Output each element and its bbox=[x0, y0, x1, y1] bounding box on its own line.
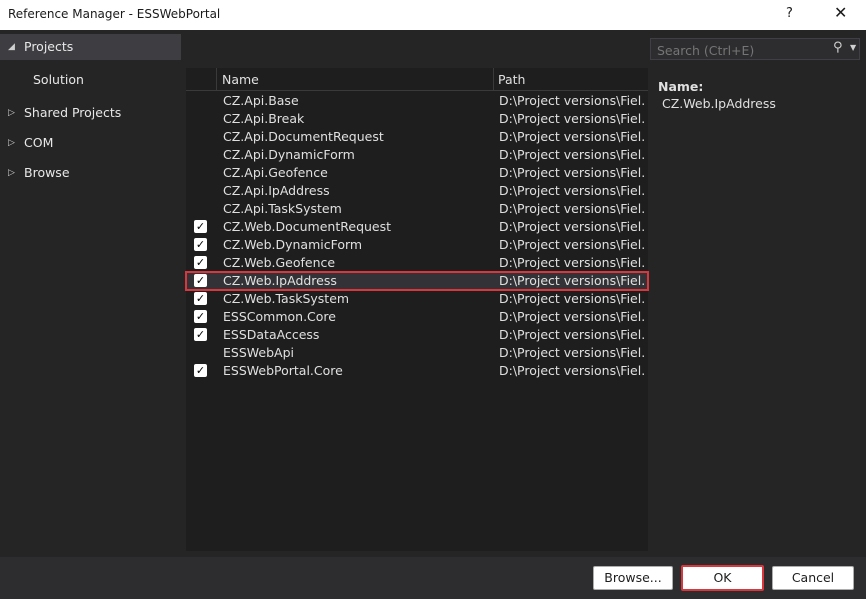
table-row[interactable]: CZ.Api.TaskSystem D:\Project versions\Fie… bbox=[186, 200, 648, 218]
reference-name: CZ.Api.DynamicForm bbox=[223, 147, 355, 162]
sidebar-item-com[interactable]: ▷ COM bbox=[0, 130, 181, 156]
column-header-path[interactable]: Path bbox=[498, 72, 525, 87]
sidebar-item-shared-projects[interactable]: ▷ Shared Projects bbox=[0, 100, 181, 126]
reference-path: D:\Project versions\Fiel... bbox=[499, 183, 644, 198]
window-title: Reference Manager - ESSWebPortal bbox=[8, 7, 221, 21]
reference-name: CZ.Api.TaskSystem bbox=[223, 201, 342, 216]
table-row[interactable]: ✓ CZ.Web.IpAddress D:\Project versions\Fie… bbox=[185, 271, 649, 291]
title-bar: Reference Manager - ESSWebPortal ? ✕ bbox=[0, 0, 866, 30]
checkbox-checked-icon[interactable]: ✓ bbox=[194, 328, 207, 341]
browse-button[interactable]: Browse... bbox=[593, 566, 673, 590]
chevron-down-icon[interactable]: ▼ bbox=[850, 43, 856, 52]
sidebar-item-label: Solution bbox=[33, 72, 84, 87]
reference-path: D:\Project versions\Fiel... bbox=[499, 219, 644, 234]
table-row[interactable]: CZ.Api.Base D:\Project versions\Fiel... bbox=[186, 92, 648, 110]
reference-path: D:\Project versions\Fiel... bbox=[499, 165, 644, 180]
table-row[interactable]: ✓ ESSWebPortal.Core D:\Project versions\Fi… bbox=[186, 362, 648, 380]
reference-list: Name Path CZ.Api.Base D:\Project versions… bbox=[185, 68, 649, 551]
dialog-footer: Browse... OK Cancel bbox=[0, 557, 866, 599]
reference-path: D:\Project versions\Fiel... bbox=[499, 201, 644, 216]
table-header: Name Path bbox=[186, 68, 648, 91]
reference-path: D:\Project versions\Fiel... bbox=[499, 93, 644, 108]
reference-name: CZ.Web.TaskSystem bbox=[223, 291, 350, 306]
table-row[interactable]: ✓ CZ.Web.TaskSystem D:\Project versions\Fi… bbox=[186, 290, 648, 308]
table-row[interactable]: CZ.Api.IpAddress D:\Project versions\Fiel… bbox=[186, 182, 648, 200]
reference-path: D:\Project versions\Fiel... bbox=[499, 327, 644, 342]
reference-name: ESSWebPortal.Core bbox=[223, 363, 343, 378]
table-row[interactable]: ✓ ESSCommon.Core D:\Project versions\Fiel.… bbox=[186, 308, 648, 326]
table-row[interactable]: ✓ CZ.Web.Geofence D:\Project versions\Fiel… bbox=[186, 254, 648, 272]
reference-name: CZ.Web.IpAddress bbox=[223, 273, 337, 288]
collapsed-arrow-icon: ▷ bbox=[8, 108, 15, 118]
sidebar-item-label: Shared Projects bbox=[24, 105, 122, 120]
details-name-value: CZ.Web.IpAddress bbox=[662, 96, 776, 111]
column-divider[interactable] bbox=[216, 68, 217, 90]
checkbox-checked-icon[interactable]: ✓ bbox=[194, 256, 207, 269]
reference-name: CZ.Api.Break bbox=[223, 111, 305, 126]
help-button[interactable]: ? bbox=[786, 6, 793, 21]
expanded-arrow-icon: ◢ bbox=[8, 42, 15, 52]
reference-path: D:\Project versions\Fiel... bbox=[499, 129, 644, 144]
sidebar-item-label: COM bbox=[24, 135, 54, 150]
reference-path: D:\Project versions\Fiel... bbox=[499, 255, 644, 270]
reference-path: D:\Project versions\Fiel... bbox=[499, 363, 644, 378]
sidebar: ◢ Projects Solution ▷ Shared Projects ▷ … bbox=[0, 30, 181, 557]
table-row[interactable]: ✓ CZ.Web.DynamicForm D:\Project versions\F… bbox=[186, 236, 648, 254]
sidebar-item-label: Browse bbox=[24, 165, 70, 180]
table-row[interactable]: ✓ ESSDataAccess D:\Project versions\Fiel..… bbox=[186, 326, 648, 344]
reference-name: CZ.Api.Geofence bbox=[223, 165, 328, 180]
reference-name: ESSWebApi bbox=[223, 345, 294, 360]
sidebar-item-projects[interactable]: ◢ Projects bbox=[0, 34, 181, 60]
collapsed-arrow-icon: ▷ bbox=[8, 168, 15, 178]
checkbox-checked-icon[interactable]: ✓ bbox=[194, 220, 207, 233]
cancel-button[interactable]: Cancel bbox=[772, 566, 854, 590]
reference-path: D:\Project versions\Fiel... bbox=[499, 309, 644, 324]
reference-path: D:\Project versions\Fiel... bbox=[499, 345, 644, 360]
search-icon[interactable]: ⚲ bbox=[833, 40, 843, 55]
column-header-name[interactable]: Name bbox=[222, 72, 259, 87]
details-name-label: Name: bbox=[658, 79, 704, 94]
search-input[interactable] bbox=[655, 41, 829, 59]
reference-name: CZ.Api.DocumentRequest bbox=[223, 129, 384, 144]
reference-name: CZ.Web.Geofence bbox=[223, 255, 336, 270]
search-box[interactable]: ⚲ ▼ bbox=[650, 38, 860, 60]
table-row[interactable]: ✓ CZ.Web.DocumentRequest D:\Project versio… bbox=[186, 218, 648, 236]
reference-name: CZ.Api.IpAddress bbox=[223, 183, 330, 198]
reference-path: D:\Project versions\Fiel... bbox=[499, 291, 644, 306]
collapsed-arrow-icon: ▷ bbox=[8, 138, 15, 148]
table-row[interactable]: ESSWebApi D:\Project versions\Fiel... bbox=[186, 344, 648, 362]
close-button[interactable]: ✕ bbox=[834, 3, 847, 22]
sidebar-item-solution[interactable]: Solution bbox=[0, 67, 181, 93]
checkbox-checked-icon[interactable]: ✓ bbox=[194, 310, 207, 323]
checkbox-checked-icon[interactable]: ✓ bbox=[194, 364, 207, 377]
table-row[interactable]: CZ.Api.DynamicForm D:\Project versions\Fi… bbox=[186, 146, 648, 164]
ok-button[interactable]: OK bbox=[681, 565, 764, 591]
reference-path: D:\Project versions\Fiel... bbox=[499, 111, 644, 126]
reference-name: CZ.Web.DocumentRequest bbox=[223, 219, 392, 234]
reference-name: CZ.Api.Base bbox=[223, 93, 299, 108]
table-row[interactable]: CZ.Api.Geofence D:\Project versions\Fiel.… bbox=[186, 164, 648, 182]
checkbox-checked-icon[interactable]: ✓ bbox=[194, 274, 207, 287]
sidebar-item-label: Projects bbox=[24, 39, 74, 54]
table-row[interactable]: CZ.Api.Break D:\Project versions\Fiel... bbox=[186, 110, 648, 128]
table-row[interactable]: CZ.Api.DocumentRequest D:\Project version… bbox=[186, 128, 648, 146]
column-divider[interactable] bbox=[493, 68, 494, 90]
reference-name: ESSCommon.Core bbox=[223, 309, 336, 324]
checkbox-checked-icon[interactable]: ✓ bbox=[194, 238, 207, 251]
sidebar-item-browse[interactable]: ▷ Browse bbox=[0, 160, 181, 186]
reference-name: ESSDataAccess bbox=[223, 327, 320, 342]
reference-path: D:\Project versions\Fiel... bbox=[499, 273, 644, 288]
checkbox-checked-icon[interactable]: ✓ bbox=[194, 292, 207, 305]
reference-name: CZ.Web.DynamicForm bbox=[223, 237, 363, 252]
reference-path: D:\Project versions\Fiel... bbox=[499, 237, 644, 252]
reference-path: D:\Project versions\Fiel... bbox=[499, 147, 644, 162]
